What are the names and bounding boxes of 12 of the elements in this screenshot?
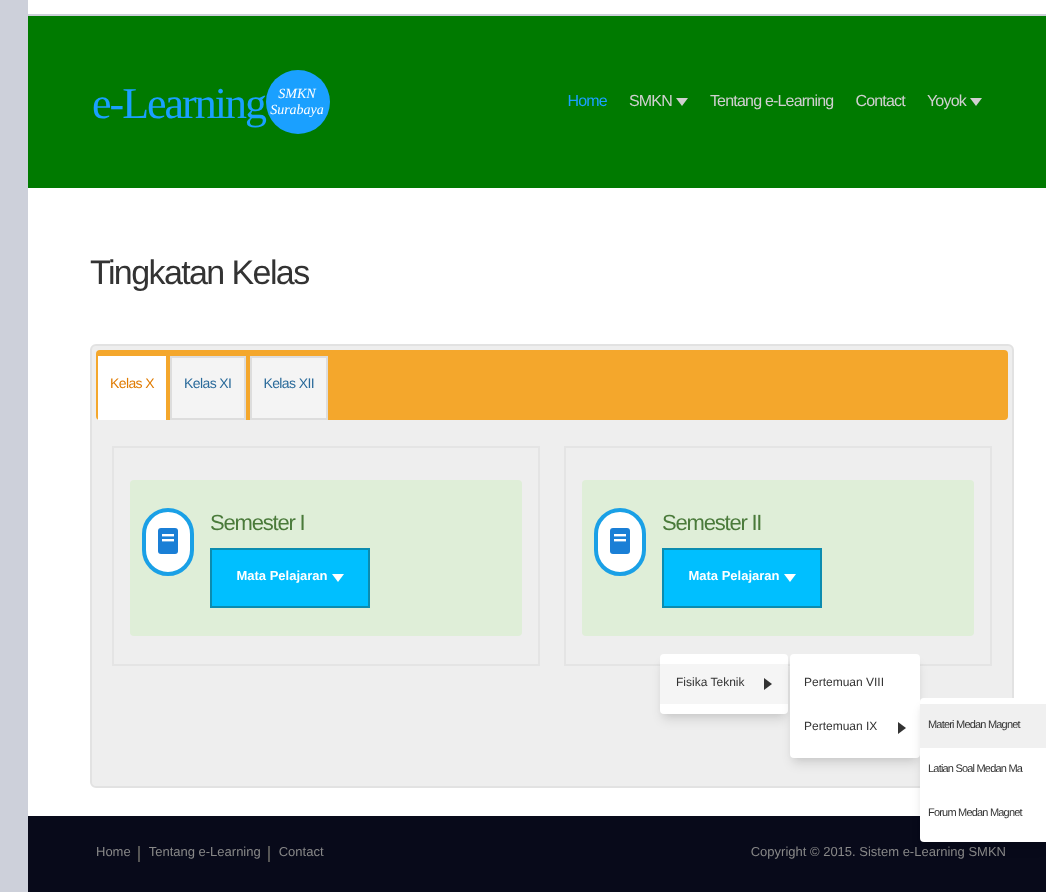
nav-link[interactable]: SMKN — [628, 90, 688, 114]
logo-text: e-Learning — [92, 75, 265, 132]
book-icon — [142, 507, 194, 575]
semester-title: Semester I — [210, 509, 307, 539]
book-icon — [594, 507, 646, 575]
nav-link[interactable]: Yoyok — [926, 90, 982, 114]
nav-link[interactable]: Tentang e-Learning — [709, 90, 834, 114]
caret-icon — [783, 574, 796, 582]
nav-link[interactable]: Contact — [855, 90, 905, 114]
page-title: Tingkatan Kelas — [90, 252, 311, 296]
caret-icon — [331, 574, 344, 582]
semester-title: Semester II — [662, 509, 764, 539]
